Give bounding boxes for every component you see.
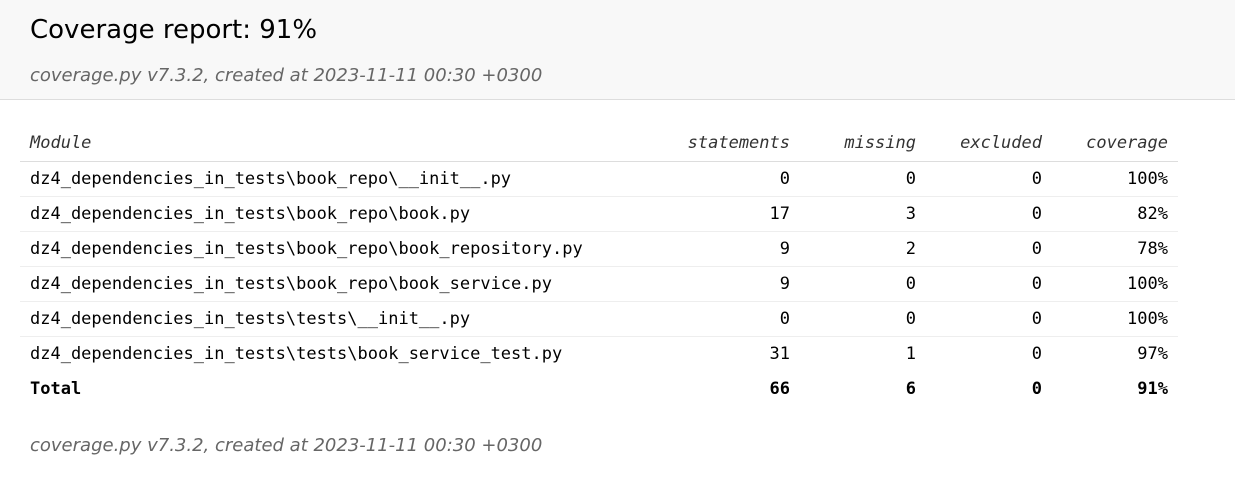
report-main: Module statements missing excluded cover… bbox=[0, 100, 1235, 406]
total-statements: 66 bbox=[769, 378, 790, 399]
missing-cell: 0 bbox=[800, 161, 926, 197]
report-footer: coverage.py v7.3.2, created at 2023-11-1… bbox=[0, 406, 1235, 458]
page-title: Coverage report: 91% bbox=[30, 15, 318, 45]
excluded-cell: 0 bbox=[926, 231, 1052, 267]
coverage-cell: 100% bbox=[1052, 266, 1178, 302]
module-link[interactable]: dz4_dependencies_in_tests\book_repo\book… bbox=[20, 196, 660, 232]
report-header: Coverage report: 91% coverage.py v7.3.2,… bbox=[0, 0, 1235, 100]
excluded-cell: 0 bbox=[926, 196, 1052, 232]
column-header-statements[interactable]: statements bbox=[660, 126, 800, 162]
excluded-cell: 0 bbox=[926, 266, 1052, 302]
table-row: dz4_dependencies_in_tests\book_repo\book… bbox=[20, 196, 1178, 232]
table-row: dz4_dependencies_in_tests\tests\__init__… bbox=[20, 301, 1178, 337]
module-link[interactable]: dz4_dependencies_in_tests\tests\book_ser… bbox=[20, 336, 660, 371]
column-header-excluded[interactable]: excluded bbox=[926, 126, 1052, 162]
statements-cell: 9 bbox=[660, 266, 800, 302]
coverage-py-link[interactable]: coverage.py v7.3.2, created at 2023-11-1… bbox=[30, 65, 542, 86]
coverage-cell: 97% bbox=[1137, 343, 1168, 364]
coverage-cell: 82% bbox=[1052, 196, 1178, 232]
module-link[interactable]: dz4_dependencies_in_tests\book_repo\__in… bbox=[20, 161, 660, 197]
coverage-table: Module statements missing excluded cover… bbox=[20, 126, 1178, 406]
footer-coverage-py-link[interactable]: coverage.py v7.3.2, created at 2023-11-1… bbox=[30, 435, 542, 456]
statements-cell: 9 bbox=[660, 231, 800, 267]
report-subtitle: coverage.py v7.3.2, created at 2023-11-1… bbox=[30, 64, 1205, 88]
module-link[interactable]: dz4_dependencies_in_tests\book_repo\book… bbox=[20, 231, 660, 267]
module-link[interactable]: dz4_dependencies_in_tests\book_repo\book… bbox=[20, 266, 660, 302]
excluded-cell: 0 bbox=[926, 301, 1052, 337]
total-coverage: 91% bbox=[1137, 378, 1168, 399]
column-header-module[interactable]: Module bbox=[20, 126, 660, 162]
table-row: dz4_dependencies_in_tests\book_repo\book… bbox=[20, 266, 1178, 302]
missing-cell: 0 bbox=[800, 301, 926, 337]
table-header-row: Module statements missing excluded cover… bbox=[20, 126, 1178, 162]
statements-cell: 31 bbox=[769, 343, 790, 364]
column-header-coverage[interactable]: coverage bbox=[1052, 126, 1178, 162]
table-row: dz4_dependencies_in_tests\book_repo\book… bbox=[20, 231, 1178, 267]
excluded-cell: 0 bbox=[926, 161, 1052, 197]
missing-cell: 3 bbox=[800, 196, 926, 232]
statements-cell: 0 bbox=[660, 161, 800, 197]
table-total-row: Total 66 6 0 91% bbox=[20, 371, 1178, 406]
excluded-cell: 0 bbox=[1031, 343, 1042, 364]
table-row: dz4_dependencies_in_tests\book_repo\__in… bbox=[20, 161, 1178, 197]
table-row: dz4_dependencies_in_tests\tests\book_ser… bbox=[20, 336, 1178, 371]
coverage-cell: 100% bbox=[1052, 301, 1178, 337]
total-label: Total bbox=[30, 378, 82, 399]
missing-cell: 2 bbox=[800, 231, 926, 267]
statements-cell: 17 bbox=[660, 196, 800, 232]
statements-cell: 0 bbox=[660, 301, 800, 337]
module-link[interactable]: dz4_dependencies_in_tests\tests\__init__… bbox=[20, 301, 660, 337]
coverage-cell: 78% bbox=[1052, 231, 1178, 267]
column-header-missing[interactable]: missing bbox=[800, 126, 926, 162]
coverage-cell: 100% bbox=[1052, 161, 1178, 197]
total-excluded: 0 bbox=[1031, 378, 1042, 399]
missing-cell: 1 bbox=[905, 343, 916, 364]
total-missing: 6 bbox=[905, 378, 916, 399]
missing-cell: 0 bbox=[800, 266, 926, 302]
